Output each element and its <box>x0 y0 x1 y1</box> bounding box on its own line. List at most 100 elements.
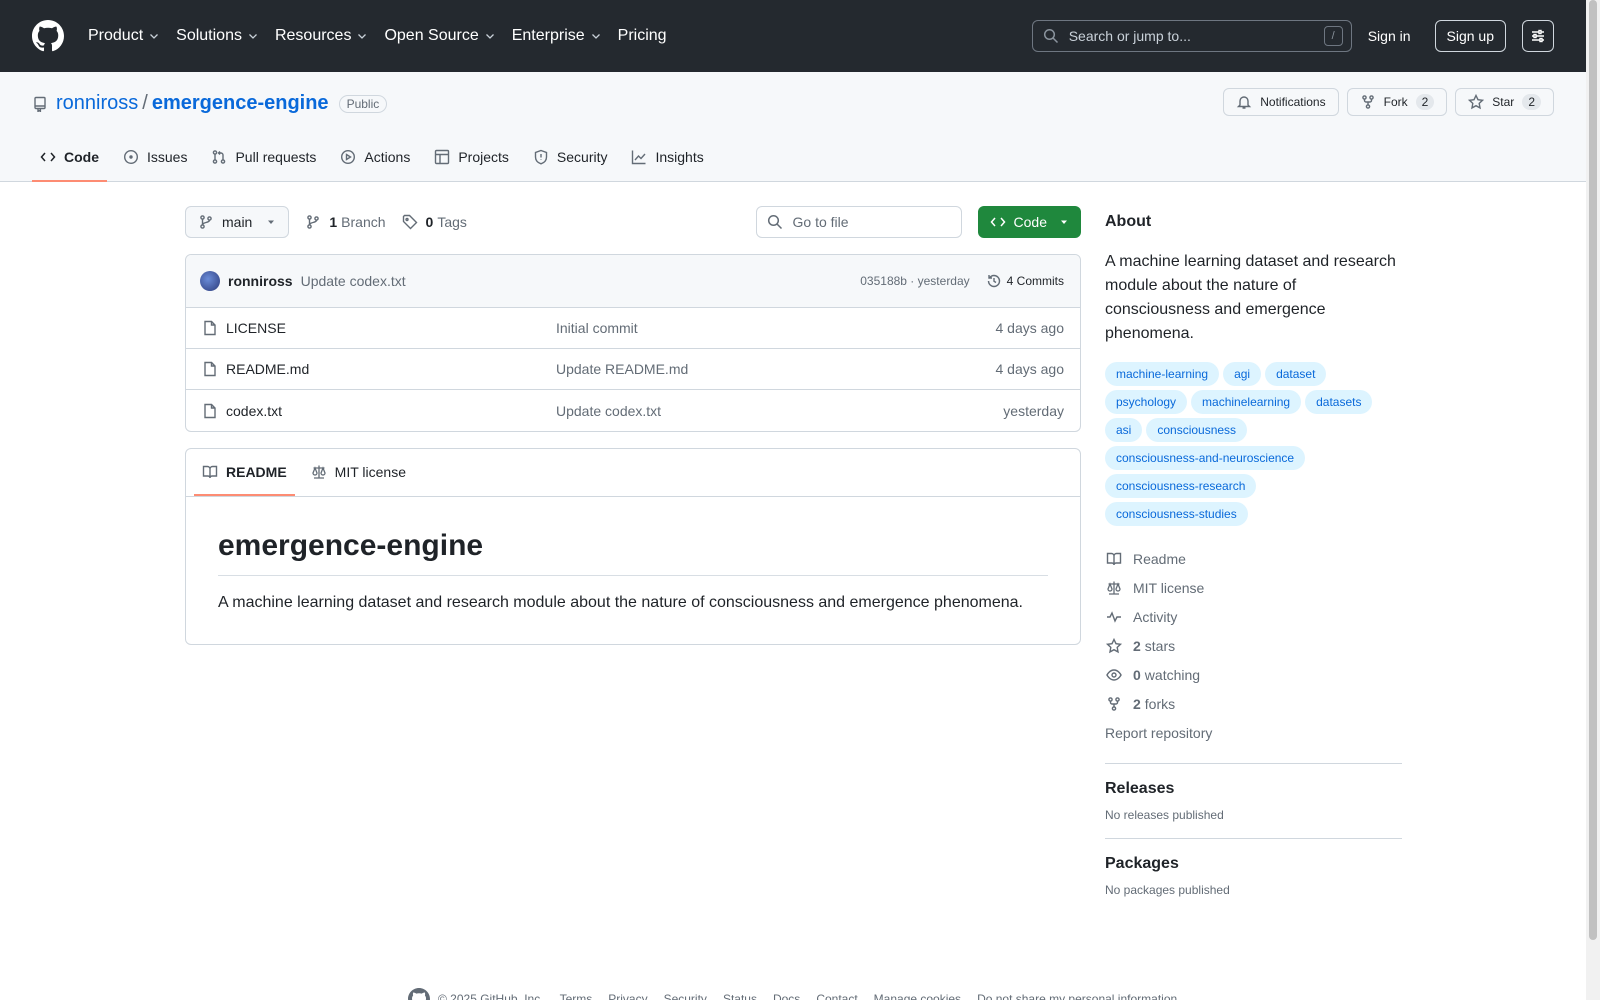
repo-tabs: Code Issues Pull requests Actions Projec… <box>32 134 720 182</box>
footer-link-do-not-share[interactable]: Do not share my personal information <box>977 992 1177 1000</box>
file-name-link[interactable]: codex.txt <box>226 403 556 419</box>
packages-note: No packages published <box>1105 883 1230 897</box>
commit-author-link[interactable]: ronniross <box>228 273 293 289</box>
repo-icon <box>34 96 46 112</box>
file-row[interactable]: LICENSE Initial commit 4 days ago <box>186 308 1080 349</box>
github-mark-icon <box>408 988 430 1000</box>
visibility-badge: Public <box>338 94 388 113</box>
law-icon <box>1107 581 1121 595</box>
tab-insights-label: Insights <box>655 149 704 165</box>
book-icon <box>202 465 218 478</box>
readme-link[interactable]: Readme <box>1105 544 1402 573</box>
git-branch-icon <box>307 215 320 229</box>
file-row[interactable]: codex.txt Update codex.txt yesterday <box>186 390 1080 431</box>
search-icon <box>1043 28 1058 44</box>
tab-issues-label: Issues <box>147 149 188 165</box>
commits-history-link[interactable]: 4 Commits <box>986 273 1064 289</box>
nav-solutions[interactable]: Solutions <box>176 27 259 45</box>
topic-tag[interactable]: dataset <box>1265 362 1327 386</box>
site-footer: © 2025 GitHub, Inc. Terms Privacy Securi… <box>408 988 1193 1000</box>
tab-readme[interactable]: README <box>194 449 295 496</box>
law-icon <box>312 465 326 479</box>
sign-in-link[interactable]: Sign in <box>1368 28 1411 44</box>
topic-tag[interactable]: datasets <box>1305 390 1373 414</box>
global-header: Product Solutions Resources Open Source … <box>0 0 1586 72</box>
notifications-button[interactable]: Notifications <box>1223 88 1339 116</box>
footer-link-privacy[interactable]: Privacy <box>608 992 647 1000</box>
tab-actions-label: Actions <box>364 149 411 165</box>
file-name-link[interactable]: LICENSE <box>226 320 556 336</box>
repo-sidebar: About A machine learning dataset and res… <box>1105 206 1402 897</box>
file-row[interactable]: README.md Update README.md 4 days ago <box>186 349 1080 390</box>
nav-open-source[interactable]: Open Source <box>384 27 495 45</box>
file-commit-message[interactable]: Initial commit <box>556 320 996 336</box>
tab-insights[interactable]: Insights <box>623 134 711 182</box>
footer-link-terms[interactable]: Terms <box>560 992 593 1000</box>
history-icon <box>987 274 1000 288</box>
tab-license[interactable]: MIT license <box>303 449 414 496</box>
tab-security[interactable]: Security <box>525 134 616 182</box>
nav-enterprise[interactable]: Enterprise <box>512 27 602 45</box>
topic-tag[interactable]: machinelearning <box>1191 390 1302 414</box>
topic-tag[interactable]: asi <box>1105 418 1143 442</box>
tab-projects[interactable]: Projects <box>426 134 517 182</box>
star-count: 2 <box>1522 94 1541 110</box>
tab-actions[interactable]: Actions <box>332 134 418 182</box>
file-commit-message[interactable]: Update codex.txt <box>556 403 1003 419</box>
topic-tag[interactable]: psychology <box>1105 390 1188 414</box>
git-branch-icon <box>200 215 212 229</box>
fork-button[interactable]: Fork 2 <box>1346 88 1448 116</box>
readme-paragraph: A machine learning dataset and research … <box>218 594 1023 611</box>
topic-tag[interactable]: machine-learning <box>1105 362 1220 386</box>
sign-up-button[interactable]: Sign up <box>1434 20 1506 52</box>
settings-menu-button[interactable] <box>1522 20 1554 52</box>
nav-pricing[interactable]: Pricing <box>618 27 667 45</box>
page-scrollbar[interactable] <box>1586 0 1600 1000</box>
star-button[interactable]: Star 2 <box>1455 88 1554 116</box>
report-repository-link[interactable]: Report repository <box>1105 718 1402 747</box>
footer-link-status[interactable]: Status <box>723 992 757 1000</box>
nav-product[interactable]: Product <box>88 27 160 45</box>
branch-selector-button[interactable]: main <box>185 206 290 238</box>
nav-resources[interactable]: Resources <box>275 27 368 45</box>
footer-link-manage-cookies[interactable]: Manage cookies <box>874 992 961 1000</box>
repo-owner-link[interactable]: ronniross <box>56 92 138 115</box>
packages-heading[interactable]: Packages <box>1105 855 1402 873</box>
footer-link-security[interactable]: Security <box>664 992 707 1000</box>
file-name-link[interactable]: README.md <box>226 361 556 377</box>
play-icon <box>341 149 356 165</box>
releases-heading[interactable]: Releases <box>1105 780 1402 798</box>
file-icon <box>204 361 216 377</box>
tab-pull-requests[interactable]: Pull requests <box>203 134 324 182</box>
search-input[interactable]: Search or jump to... / <box>1031 20 1352 52</box>
topic-tag[interactable]: consciousness-research <box>1105 474 1257 498</box>
file-commit-message[interactable]: Update README.md <box>556 361 996 377</box>
branches-link[interactable]: 1 Branch <box>305 214 386 230</box>
commit-message-link[interactable]: Update codex.txt <box>301 273 406 289</box>
tab-issues[interactable]: Issues <box>115 134 195 182</box>
topic-tag[interactable]: agi <box>1223 362 1262 386</box>
topic-tag[interactable]: consciousness-and-neuroscience <box>1105 446 1306 470</box>
commit-hash-time[interactable]: 035188b · yesterday <box>860 274 969 288</box>
activity-link[interactable]: Activity <box>1105 602 1402 631</box>
footer-link-docs[interactable]: Docs <box>773 992 800 1000</box>
scrollbar-thumb[interactable] <box>1589 0 1597 940</box>
triangle-down-icon <box>268 220 275 224</box>
forks-link[interactable]: 2 forks <box>1105 689 1402 718</box>
repo-path-separator: / <box>142 92 148 114</box>
tab-code[interactable]: Code <box>32 134 107 182</box>
code-dropdown-button[interactable]: Code <box>977 206 1081 238</box>
topic-tag[interactable]: consciousness-studies <box>1105 502 1248 526</box>
stars-link[interactable]: 2 stars <box>1105 631 1402 660</box>
license-link[interactable]: MIT license <box>1105 573 1402 602</box>
repo-name-link[interactable]: emergence-engine <box>152 92 329 115</box>
topic-tag[interactable]: consciousness <box>1146 418 1248 442</box>
readme-link-label: Readme <box>1133 550 1186 567</box>
github-logo-icon[interactable] <box>32 20 64 52</box>
footer-link-contact[interactable]: Contact <box>816 992 857 1000</box>
watching-link[interactable]: 0 watching <box>1105 660 1402 689</box>
divider <box>1105 763 1402 764</box>
go-to-file-input[interactable]: Go to file <box>755 206 962 238</box>
tags-link[interactable]: 0 Tags <box>402 214 467 230</box>
avatar[interactable] <box>200 271 220 291</box>
